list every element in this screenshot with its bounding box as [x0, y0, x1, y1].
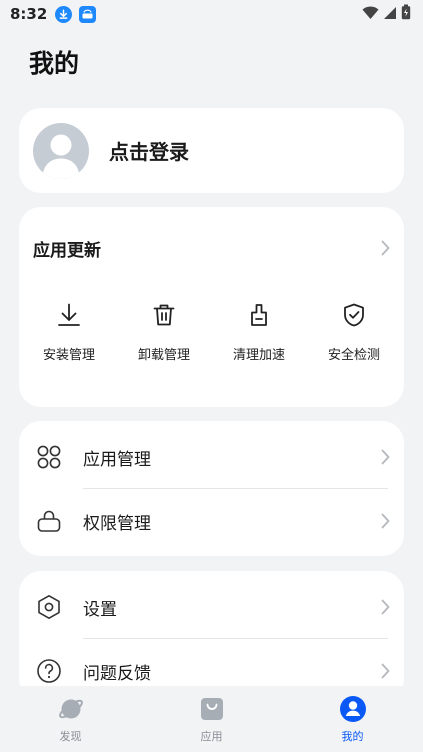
nav-tab-discover[interactable]: 发现	[0, 686, 141, 752]
login-label[interactable]: 点击登录	[109, 136, 189, 165]
security-check-button[interactable]: 安全检测	[308, 301, 400, 363]
status-time: 8:32	[10, 5, 48, 23]
lock-icon	[36, 508, 62, 534]
management-card: 应用管理 权限管理	[19, 421, 404, 556]
uninstall-manager-label: 卸载管理	[137, 348, 190, 363]
install-manager-button[interactable]: 安装管理	[23, 301, 115, 363]
nav-tab-mine[interactable]: 我的	[282, 686, 423, 752]
feedback-label: 问题反馈	[83, 663, 151, 684]
permission-management-row[interactable]: 权限管理	[19, 489, 404, 553]
status-bar: 8:32	[0, 0, 423, 28]
settings-row[interactable]: 设置	[19, 575, 404, 639]
discover-planet-icon	[57, 695, 85, 723]
nav-label-mine: 我的	[341, 730, 364, 743]
chevron-right-icon	[381, 663, 390, 679]
chevron-right-icon	[381, 599, 390, 615]
chevron-right-icon	[381, 513, 390, 529]
app-management-label: 应用管理	[83, 449, 151, 470]
default-avatar-icon	[43, 134, 79, 179]
app-management-row[interactable]: 应用管理	[19, 425, 404, 489]
settings-label: 设置	[83, 599, 117, 620]
battery-charging-icon	[401, 4, 411, 24]
question-icon	[36, 658, 62, 684]
nav-label-apps: 应用	[200, 730, 223, 743]
settings-hexagon-icon	[36, 594, 62, 620]
bottom-nav: 发现 应用 我的	[0, 686, 423, 752]
apps-grid-icon	[36, 444, 62, 470]
download-icon	[55, 5, 73, 23]
nav-label-discover: 发现	[59, 730, 82, 743]
tool-grid: 安装管理 卸载管理 清理加速 安全检测	[23, 301, 400, 363]
system-icons	[362, 4, 411, 24]
chevron-right-icon	[381, 240, 390, 256]
settings-card: 设置 问题反馈	[19, 571, 404, 701]
page-title: 我的	[29, 49, 80, 78]
app-update-label: 应用更新	[33, 240, 101, 261]
app-store-icon	[79, 5, 97, 23]
brush-clean-icon	[245, 301, 273, 329]
shopping-bag-icon	[198, 695, 226, 723]
clean-speedup-label: 清理加速	[232, 348, 285, 363]
install-manager-label: 安装管理	[42, 348, 95, 363]
install-download-icon	[55, 301, 83, 329]
uninstall-manager-button[interactable]: 卸载管理	[118, 301, 210, 363]
signal-icon	[383, 5, 397, 24]
security-check-label: 安全检测	[327, 348, 380, 363]
trash-icon	[150, 301, 178, 329]
app-update-row[interactable]: 应用更新	[33, 235, 390, 261]
nav-tab-apps[interactable]: 应用	[141, 686, 282, 752]
profile-icon	[339, 695, 367, 723]
app-section-card: 应用更新 安装管理 卸载管理 清理加速 安全检测	[19, 207, 404, 407]
chevron-right-icon	[381, 449, 390, 465]
clean-speedup-button[interactable]: 清理加速	[213, 301, 305, 363]
login-card[interactable]: 点击登录	[19, 108, 404, 193]
shield-check-icon	[340, 301, 368, 329]
wifi-icon	[362, 5, 379, 24]
permission-management-label: 权限管理	[83, 513, 151, 534]
avatar[interactable]	[33, 122, 89, 179]
